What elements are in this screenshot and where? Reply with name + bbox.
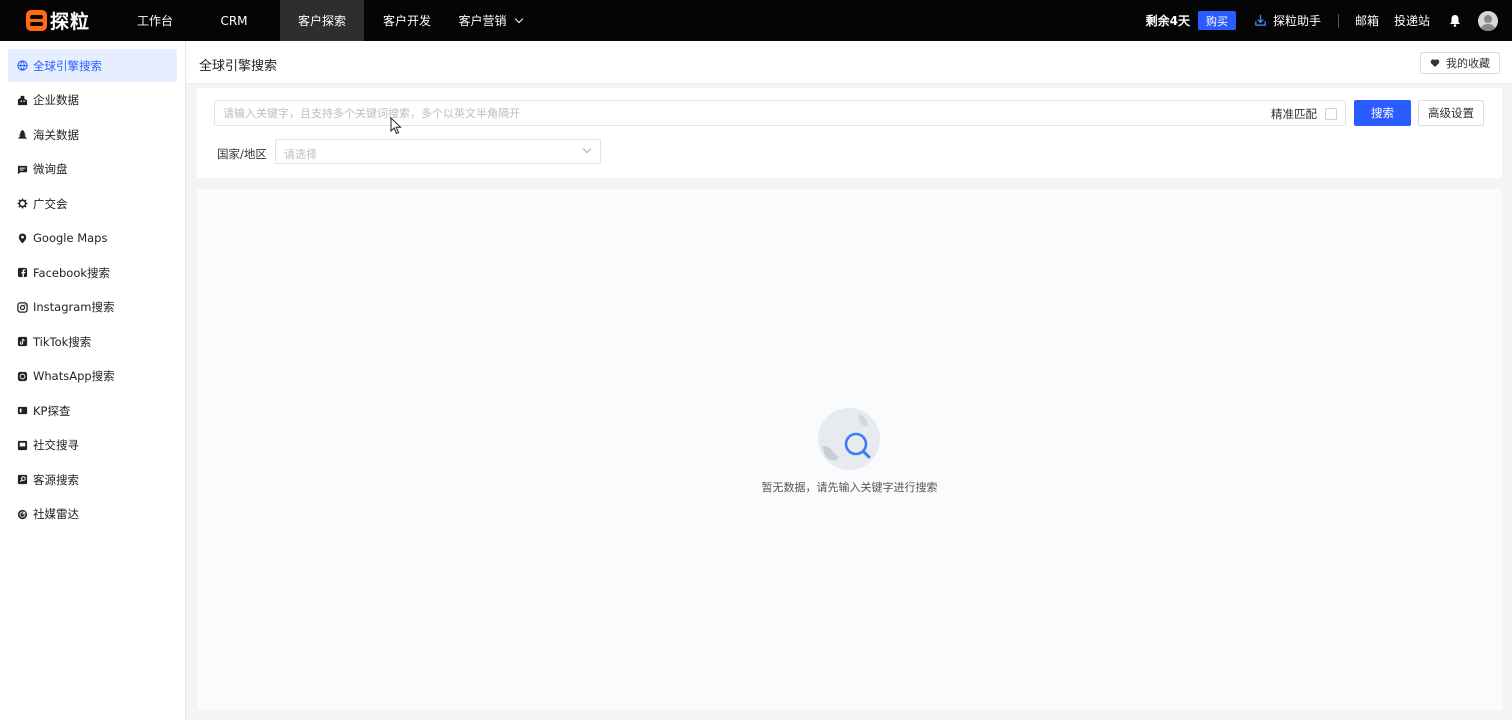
sidebar-item-facebook-search[interactable]: Facebook搜索 [8,256,177,289]
message-icon [17,165,28,174]
sidebar-item-google-maps[interactable]: Google Maps [8,222,177,255]
source-icon [17,474,28,485]
exact-match-checkbox[interactable] [1325,108,1337,120]
nav-item-crm[interactable]: CRM [188,0,280,41]
map-pin-icon [18,232,27,244]
country-label: 国家/地区 [217,147,267,161]
page-header: 全球引擎搜索 我的收藏 [186,41,1512,84]
divider [1337,13,1339,28]
social-icon [17,440,28,450]
heart-icon [1430,59,1440,67]
search-button[interactable]: 搜索 [1354,100,1411,126]
assistant-link[interactable]: 探粒助手 [1254,12,1321,29]
sidebar-item-label: 广交会 [33,196,68,211]
sidebar-item-tiktok-search[interactable]: TikTok搜索 [8,325,177,358]
sidebar-item-kp-explore[interactable]: KP探查 [8,394,177,427]
whatsapp-icon [17,371,28,381]
exact-match-toggle[interactable]: 精准匹配 [1271,106,1337,122]
sidebar-item-label: 海关数据 [33,127,79,142]
sidebar-item-label: 企业数据 [33,93,79,107]
my-favorites-button[interactable]: 我的收藏 [1420,52,1500,74]
sidebar-item-micro-inquiry[interactable]: 微询盘 [8,153,177,186]
sidebar-item-social-search[interactable]: 社交搜寻 [8,429,177,462]
advanced-settings-button[interactable]: 高级设置 [1418,100,1484,126]
app-logo[interactable]: 探粒 [26,7,122,34]
mouse-cursor-icon [390,117,402,135]
fair-icon [17,198,28,209]
sidebar-item-label: 社媒雷达 [33,507,79,521]
logo-mark-icon [26,10,47,31]
empty-state-text: 暂无数据，请先输入关键字进行搜索 [761,481,938,494]
top-right-actions: 剩余4天 购买 探粒助手 邮箱 投递站 [1146,0,1512,41]
delivery-link[interactable]: 投递站 [1394,12,1430,29]
nav-item-customer-develop[interactable]: 客户开发 [364,0,450,41]
bell-icon[interactable] [1449,14,1461,27]
instagram-icon [17,301,28,313]
assistant-label: 探粒助手 [1272,14,1321,28]
sidebar-item-label: KP探查 [33,403,71,418]
sidebar-item-label: 全球引擎搜索 [33,58,102,73]
sidebar-item-label: TikTok搜索 [33,334,92,349]
chevron-down-icon [514,14,523,23]
main-content: 全球引擎搜索 我的收藏 精准匹配 搜索 高级设置 国家/地区 请选择 [186,41,1512,720]
tiktok-icon [17,336,28,347]
customs-icon [17,129,28,139]
sidebar-item-label: WhatsApp搜索 [33,369,115,383]
sidebar-item-label: Instagram搜索 [33,300,115,314]
nav-item-marketing-label: 客户营销 [458,14,507,28]
radar-icon [17,509,28,519]
country-select[interactable]: 请选择 [275,139,601,164]
sidebar-item-source-search[interactable]: 客源搜索 [8,463,177,496]
facebook-icon [17,267,28,278]
main-nav: 工作台 CRM 客户探索 客户开发 客户营销 [122,0,530,41]
sidebar-item-instagram-search[interactable]: Instagram搜索 [8,291,177,324]
nav-item-customer-marketing[interactable]: 客户营销 [450,0,530,41]
results-panel: 暂无数据，请先输入关键字进行搜索 [197,189,1502,710]
building-icon [17,95,28,105]
sidebar-item-label: Google Maps [33,231,108,245]
keyword-search-box: 精准匹配 [214,100,1346,126]
sidebar-item-label: 社交搜寻 [33,438,79,452]
nav-item-workbench[interactable]: 工作台 [122,0,188,41]
sidebar-item-label: 客源搜索 [33,472,79,487]
exact-match-label: 精准匹配 [1271,107,1317,121]
favorites-label: 我的收藏 [1446,57,1490,70]
trial-remaining: 剩余4天 [1145,14,1190,28]
sidebar-item-company-data[interactable]: 企业数据 [8,84,177,117]
sidebar-item-canton-fair[interactable]: 广交会 [8,187,177,220]
sidebar-item-social-radar[interactable]: 社媒雷达 [8,498,177,531]
keyword-input[interactable] [223,101,1263,125]
sidebar-item-global-engine-search[interactable]: 全球引擎搜索 [8,49,177,82]
buy-button[interactable]: 购买 [1197,11,1236,30]
sidebar-item-label: Facebook搜索 [33,265,111,280]
sidebar-item-whatsapp-search[interactable]: WhatsApp搜索 [8,360,177,393]
kp-icon [17,406,28,415]
logo-text: 探粒 [50,11,91,33]
nav-item-customer-explore[interactable]: 客户探索 [280,0,364,41]
mail-link[interactable]: 邮箱 [1355,12,1379,29]
sidebar: 全球引擎搜索 企业数据 海关数据 微询盘 广交会 Google Maps Fac… [0,41,186,720]
download-icon [1255,14,1266,26]
top-navbar: 探粒 工作台 CRM 客户探索 客户开发 客户营销 剩余4天 购买 探粒助手 邮… [0,0,1512,41]
sidebar-item-customs-data[interactable]: 海关数据 [8,118,177,151]
globe-icon [17,60,28,71]
page-title: 全球引擎搜索 [199,59,278,74]
chevron-down-icon [582,144,592,154]
country-placeholder: 请选择 [284,148,317,161]
sidebar-item-label: 微询盘 [33,162,68,176]
avatar[interactable] [1478,10,1498,31]
empty-search-illustration-icon [818,408,880,470]
